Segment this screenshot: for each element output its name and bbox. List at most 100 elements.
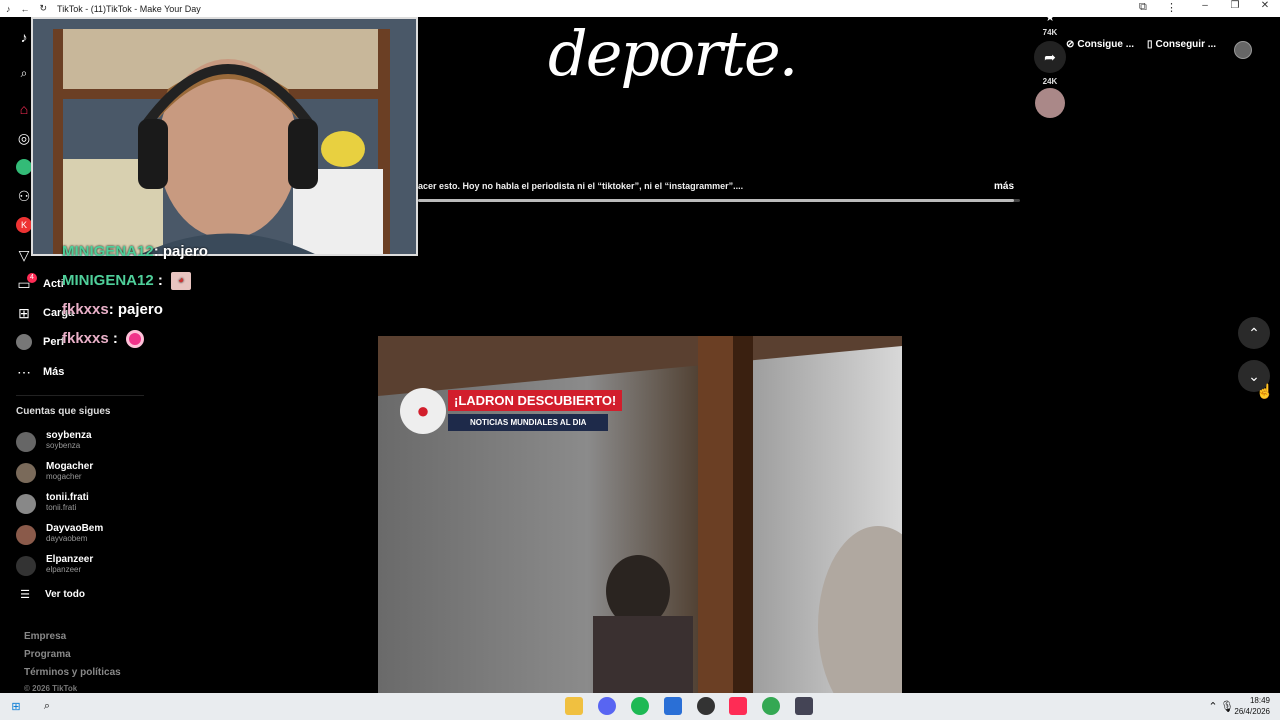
following-name: soybenza [46,430,92,441]
following-name: Mogacher [46,461,94,472]
sidebar-item-actividad[interactable]: Acti [43,278,64,290]
phone-icon: ▯ [1147,39,1153,50]
search-icon[interactable]: ⌕ [16,65,32,81]
music-avatar[interactable] [1035,88,1065,118]
tiktok-logo-icon: ♪ [6,3,11,14]
coins-label: Consigue ... [1077,39,1135,50]
progress-fill [418,199,1014,202]
live-icon[interactable]: K [16,217,32,233]
sidebar-item-mas[interactable]: Más [43,366,64,378]
following-title: Cuentas que sigues [16,406,111,417]
obs-icon[interactable] [697,697,715,715]
pink-circle-emote-icon [126,330,145,349]
home-icon[interactable]: ⌂ [16,101,32,117]
video-caption: acer esto. Hoy no habla el periodista ni… [418,181,744,191]
clock[interactable]: 18:49 26/4/2026 [1234,695,1270,717]
get-app-button[interactable]: ▯ Conseguir ... [1147,39,1216,50]
extensions-icon[interactable]: ⧉ [1139,1,1147,14]
following-handle: mogacher [46,472,82,481]
file-explorer-icon[interactable] [565,697,583,715]
minimize-button[interactable]: – [1190,0,1220,11]
footer-link[interactable]: Empresa [24,631,66,642]
share-icon[interactable]: ➦ [1034,41,1066,73]
chevron-up-icon: ⌃ [1248,324,1260,341]
footer-link[interactable]: Programa [24,649,71,660]
chat-text: : pajero [108,301,163,318]
see-all-link[interactable]: Ver todo [45,589,85,600]
chat-user: fkkxxs [62,330,109,347]
following-icon[interactable]: ⚇ [16,188,32,204]
profile-icon[interactable] [16,334,32,350]
chat-message: fkkxxs : [62,330,145,349]
search-icon[interactable]: ⌕ [38,697,56,715]
following-handle: dayvaobem [46,534,88,543]
avatar [16,463,36,483]
tiktok-page: ♪ ⌕ ⌂ ◎ ⚇ K ▽ ▭ 4 Acti ⊞ Carga Perf ⋯ Má… [0,17,1280,693]
avatar [16,494,36,514]
list-icon[interactable]: ☰ [17,587,33,603]
reload-icon[interactable]: ↻ [40,3,48,14]
browser-titlebar: ♪ ← ↻ TikTok - (11)TikTok - Make Your Da… [0,0,1280,17]
chat-text: : pajero [153,243,208,260]
following-handle: tonii.frati [46,503,77,512]
live-avatar[interactable] [16,159,32,175]
following-handle: soybenza [46,441,81,450]
following-name: tonii.frati [46,492,89,503]
following-name: DayvaoBem [46,523,104,534]
following-item[interactable]: Elpanzeer elpanzeer [16,554,146,580]
webcam-feed [33,19,416,254]
microphone-icon[interactable]: 🎙 [1218,697,1236,715]
copyright: © 2026 TikTok [24,684,78,693]
explore-icon[interactable]: ◎ [16,130,32,146]
chat-user: MINIGENA12 [62,243,154,260]
app-icon[interactable] [664,697,682,715]
taskbar: ⊞ ⌕ ⌃ 🎙 18:49 26/4/2026 [0,693,1280,720]
spotify-icon[interactable] [631,697,649,715]
location-pin-icon: ● [400,388,446,434]
windows-start-icon[interactable]: ⊞ [7,697,25,715]
more-link[interactable]: más [994,181,1014,192]
share-count: 24K [1042,77,1058,86]
discord-icon[interactable] [598,697,616,715]
video-player[interactable]: ● ¡LADRON DESCUBIERTO! NOTICIAS MUNDIALE… [378,336,902,693]
following-item[interactable]: soybenza soybenza [16,430,146,456]
chat-user: fkkxxs [62,301,109,318]
anime-emote-icon: ◕ [171,272,192,291]
previous-video-button[interactable]: ⌃ [1238,317,1270,349]
following-name: Elpanzeer [46,554,94,565]
badge-subtitle: NOTICIAS MUNDIALES AL DIA [448,414,609,431]
chat-text: : [157,272,163,289]
restore-button[interactable]: ❐ [1220,0,1250,11]
app-icon[interactable] [795,697,813,715]
video-title-text: deporte. [548,17,798,90]
close-button[interactable]: ✕ [1250,0,1280,11]
chat-message: MINIGENA12: pajero [62,243,208,260]
favorite-icon[interactable]: ★ [1032,17,1068,24]
user-avatar[interactable] [1234,41,1252,59]
following-handle: elpanzeer [46,565,82,574]
upload-icon[interactable]: ⊞ [16,305,32,321]
webcam-overlay [31,17,418,256]
following-item[interactable]: tonii.frati tonii.frati [16,492,146,518]
footer-link[interactable]: Términos y políticas [24,667,121,678]
following-item[interactable]: DayvaoBem dayvaobem [16,523,146,549]
messages-icon[interactable]: ▽ [16,247,32,263]
chrome-icon[interactable] [762,697,780,715]
mouse-cursor-icon: ☝ [1256,383,1274,399]
window-title: TikTok - (11)TikTok - Make Your Day [57,3,201,14]
clock-time: 18:49 [1249,696,1270,705]
coins-button[interactable]: ⊘ Consigue ... [1066,39,1134,50]
chevron-down-icon: ⌄ [1248,367,1260,384]
tiktok-icon[interactable] [729,697,747,715]
back-icon[interactable]: ← [21,4,30,14]
divider [16,395,144,396]
video-progress-bar[interactable] [418,199,1020,202]
menu-kebab-icon[interactable]: ⋮ [1166,1,1177,14]
avatar [16,432,36,452]
avatar [16,525,36,545]
clock-date: 26/4/2026 [1234,707,1270,716]
more-icon[interactable]: ⋯ [16,364,32,380]
following-item[interactable]: Mogacher mogacher [16,461,146,487]
chat-text: : [112,330,118,347]
tiktok-logo-icon[interactable]: ♪ [16,29,32,45]
